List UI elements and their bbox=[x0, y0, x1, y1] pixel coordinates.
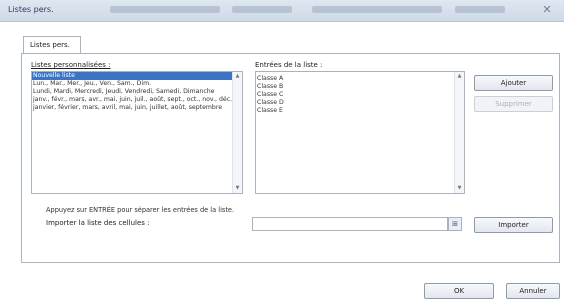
import-range-label: Importer la liste des cellules : bbox=[46, 219, 150, 227]
list-item[interactable]: janv., févr., mars, avr., mai, juin, jui… bbox=[32, 96, 242, 104]
entry-line: Classe C bbox=[257, 91, 284, 98]
list-item-new[interactable]: Nouvelle liste bbox=[32, 72, 242, 80]
scrollbar[interactable]: ▲ ▼ bbox=[232, 72, 242, 193]
list-item[interactable]: Lun., Mar., Mer., Jeu., Ven., Sam., Dim. bbox=[32, 80, 242, 88]
entry-line: Classe A bbox=[257, 75, 284, 82]
import-range-input[interactable] bbox=[252, 217, 448, 231]
scroll-down-icon[interactable]: ▼ bbox=[233, 184, 242, 193]
custom-lists-label: Listes personnalisées : bbox=[31, 61, 111, 69]
window-title: Listes pers. bbox=[8, 5, 54, 14]
delete-button[interactable]: Supprimer bbox=[474, 96, 553, 112]
close-button[interactable]: ✕ bbox=[534, 2, 560, 18]
custom-lists-listbox[interactable]: Nouvelle liste Lun., Mar., Mer., Jeu., V… bbox=[31, 71, 243, 194]
list-entries-label: Entrées de la liste : bbox=[255, 61, 323, 69]
cancel-button[interactable]: Annuler bbox=[506, 283, 560, 299]
list-item[interactable]: Lundi, Mardi, Mercredi, Jeudi, Vendredi,… bbox=[32, 88, 242, 96]
title-bar bbox=[0, 0, 564, 22]
entry-line: Classe B bbox=[257, 83, 284, 90]
ok-button[interactable]: OK bbox=[424, 283, 494, 299]
import-button[interactable]: Importer bbox=[474, 217, 553, 233]
tab-custom-lists[interactable]: Listes pers. bbox=[23, 36, 81, 54]
scroll-up-icon[interactable]: ▲ bbox=[455, 72, 464, 81]
blurred-title-area bbox=[312, 6, 442, 13]
range-select-icon[interactable]: ⊞ bbox=[448, 217, 462, 231]
list-item[interactable]: janvier, février, mars, avril, mai, juin… bbox=[32, 104, 242, 112]
scrollbar[interactable]: ▲ ▼ bbox=[454, 72, 464, 193]
scroll-down-icon[interactable]: ▼ bbox=[455, 184, 464, 193]
entry-line: Classe E bbox=[257, 107, 283, 114]
entry-line: Classe D bbox=[257, 99, 284, 106]
blurred-title-area bbox=[110, 6, 220, 13]
add-button[interactable]: Ajouter bbox=[474, 75, 553, 91]
separator-hint: Appuyez sur ENTRÉE pour séparer les entr… bbox=[46, 206, 235, 214]
list-entries-textbox[interactable]: Classe A Classe B Classe C Classe D Clas… bbox=[255, 71, 465, 194]
scroll-up-icon[interactable]: ▲ bbox=[233, 72, 242, 81]
blurred-title-area bbox=[455, 6, 505, 13]
blurred-title-area bbox=[232, 6, 292, 13]
